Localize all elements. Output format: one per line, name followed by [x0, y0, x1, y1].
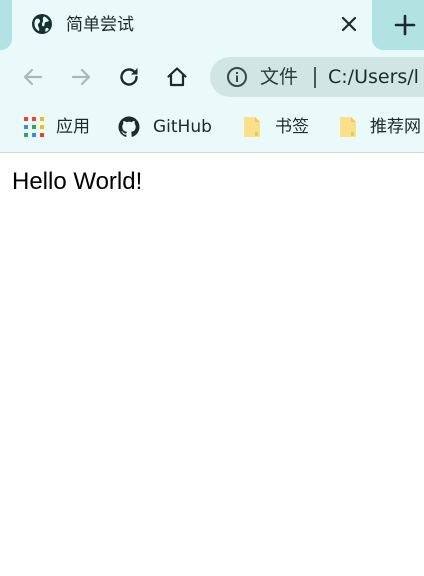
- address-url[interactable]: C:/Users/l: [328, 65, 419, 89]
- bookmark-apps[interactable]: 应用: [22, 114, 102, 140]
- bookmark-folder-bookmarks[interactable]: 书签: [240, 114, 320, 140]
- page-heading: Hello World!: [12, 168, 143, 195]
- arrow-left-icon[interactable]: [20, 64, 46, 90]
- toolbar: 文件 C:/Users/l: [0, 50, 424, 104]
- bookmark-label: 应用: [56, 117, 90, 137]
- browser-window: 简单尝试 文件 C:/Users/l 应用 GitHub 书签 推荐网 Hell…: [0, 0, 424, 576]
- security-chip-label: 文件: [260, 66, 299, 88]
- home-icon[interactable]: [164, 64, 190, 90]
- page-content: Hello World!: [0, 153, 424, 576]
- bookmark-label: GitHub: [153, 117, 212, 137]
- address-separator: [314, 67, 316, 88]
- tab-active[interactable]: 简单尝试: [0, 0, 384, 50]
- globe-icon: [32, 14, 52, 34]
- close-icon[interactable]: [338, 13, 360, 35]
- bookmark-label: 推荐网: [370, 117, 421, 137]
- bookmark-folder-recommended[interactable]: 推荐网: [336, 114, 424, 140]
- bookmark-label: 书签: [275, 117, 309, 137]
- tab-strip: 简单尝试: [0, 0, 424, 50]
- folder-icon: [340, 117, 356, 137]
- reload-icon[interactable]: [116, 64, 142, 90]
- plus-icon[interactable]: [392, 12, 418, 38]
- bookmark-github[interactable]: GitHub: [117, 114, 227, 140]
- github-icon: [118, 116, 140, 137]
- info-icon[interactable]: [226, 66, 248, 88]
- apps-grid-icon: [24, 117, 44, 137]
- bookmarks-bar: 应用 GitHub 书签 推荐网: [0, 104, 424, 153]
- arrow-right-icon[interactable]: [68, 64, 94, 90]
- tab-title: 简单尝试: [66, 15, 134, 35]
- address-bar[interactable]: 文件 C:/Users/l: [210, 57, 424, 97]
- folder-icon: [244, 117, 260, 137]
